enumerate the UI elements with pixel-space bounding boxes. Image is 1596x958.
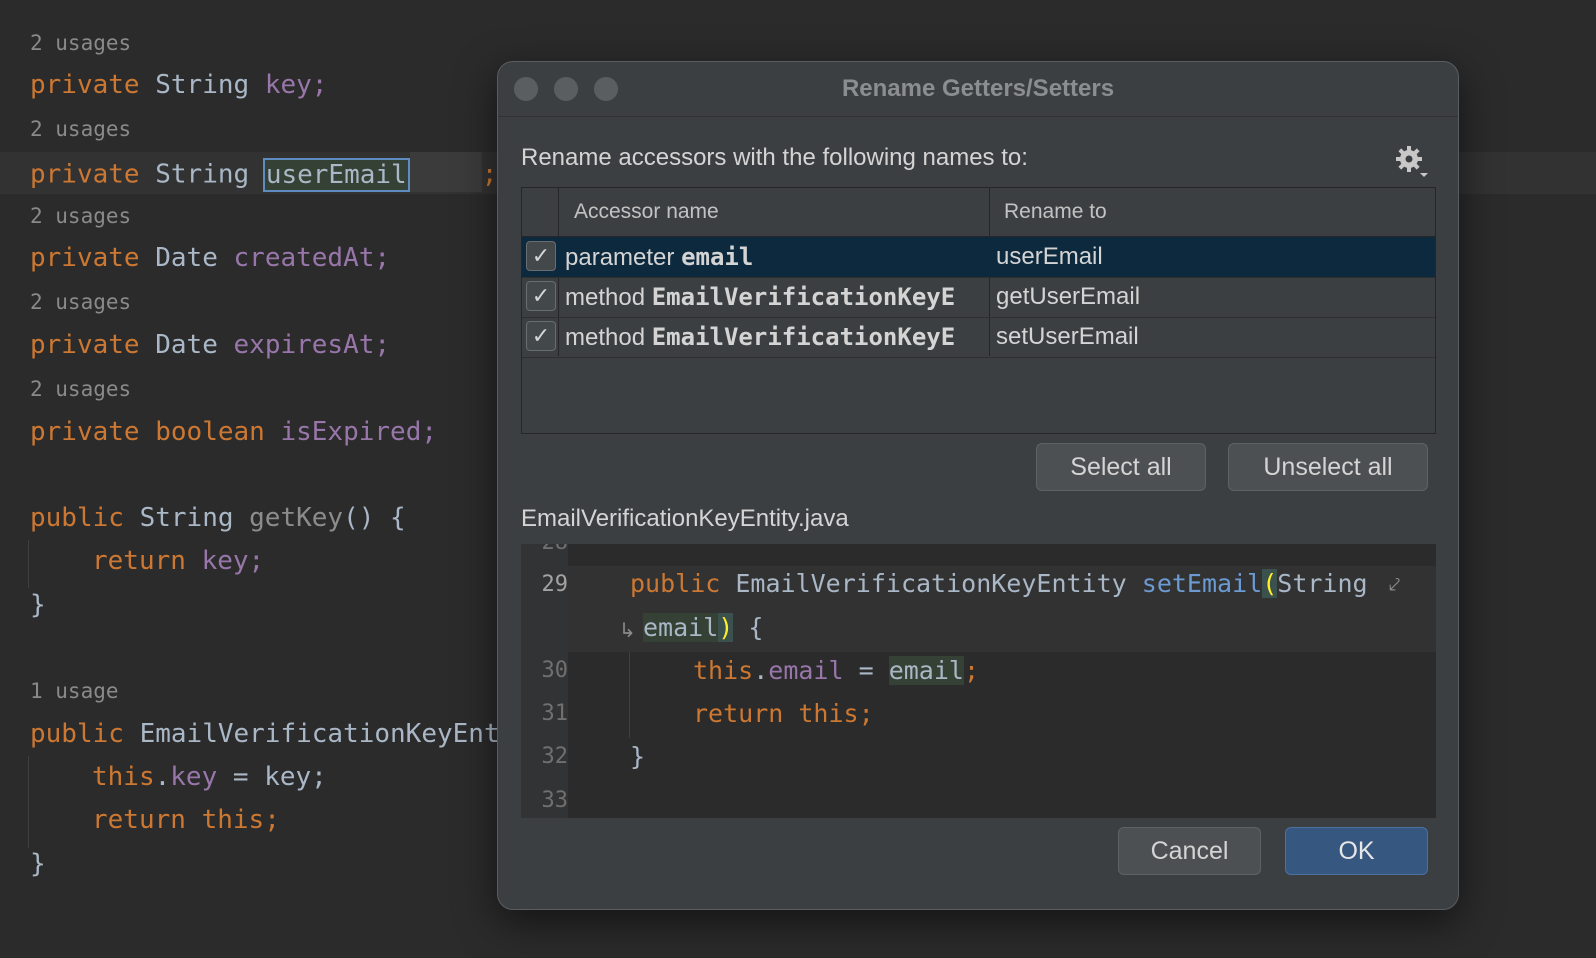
code-line[interactable]: this.key = key;: [92, 760, 327, 794]
code-line[interactable]: public EmailVerificationKeyEntity setEma…: [630, 566, 1368, 602]
line-number: 28: [521, 544, 569, 555]
table-row[interactable]: ✓ method EmailVerificationKeyE setUserEm…: [522, 317, 1435, 358]
rename-to-cell[interactable]: userEmail: [996, 237, 1103, 277]
accessor-name-cell: parameter email: [565, 243, 754, 271]
dialog-subtitle: Rename accessors with the following name…: [521, 144, 1028, 171]
code-line[interactable]: private Date expiresAt;: [30, 328, 390, 362]
accessors-table[interactable]: Accessor name Rename to ✓ parameter emai…: [521, 187, 1436, 434]
code-line[interactable]: private boolean isExpired;: [30, 415, 437, 449]
code-line[interactable]: }: [630, 739, 645, 775]
indent-guide: [629, 652, 630, 738]
select-all-button[interactable]: Select all: [1036, 443, 1206, 491]
line-number: 30: [541, 658, 569, 683]
usage-hint[interactable]: 2 usages: [30, 287, 131, 317]
code-line[interactable]: this.email = email;: [693, 653, 979, 689]
row-checkbox[interactable]: ✓: [526, 281, 556, 311]
usage-hint[interactable]: 2 usages: [30, 374, 131, 404]
dialog-title: Rename Getters/Setters: [841, 75, 1115, 102]
column-header-rename-to[interactable]: Rename to: [1004, 188, 1107, 236]
unselect-all-button[interactable]: Unselect all: [1228, 443, 1428, 491]
dialog-titlebar[interactable]: Rename Getters/Setters: [498, 62, 1458, 117]
soft-wrap-icon: ↳: [619, 620, 636, 642]
accessor-name-cell: method EmailVerificationKeyE: [565, 323, 956, 351]
code-line[interactable]: return this;: [693, 696, 874, 732]
gear-icon[interactable]: [1394, 144, 1430, 180]
ok-button[interactable]: OK: [1285, 827, 1428, 875]
rename-to-cell[interactable]: getUserEmail: [996, 277, 1140, 317]
usage-hint[interactable]: 2 usages: [30, 201, 131, 231]
table-row[interactable]: ✓ parameter email userEmail: [522, 237, 1435, 278]
column-header-accessor-name[interactable]: Accessor name: [574, 188, 719, 236]
row-checkbox[interactable]: ✓: [526, 241, 556, 271]
code-line[interactable]: public EmailVerificationKeyEnt: [30, 717, 500, 751]
line-number: 32: [541, 744, 569, 769]
usage-hint[interactable]: 2 usages: [30, 28, 131, 58]
code-line[interactable]: private Date createdAt;: [30, 241, 390, 275]
code-line[interactable]: public String getKey() {: [30, 501, 406, 535]
rename-options-icon[interactable]: [409, 152, 482, 192]
indent-guide: [28, 540, 29, 588]
line-number: 29: [541, 572, 569, 597]
code-line[interactable]: private String key;: [30, 68, 327, 102]
code-preview[interactable]: 28 29 30 31 32 33 public EmailVerificati…: [521, 544, 1436, 818]
cancel-button[interactable]: Cancel: [1118, 827, 1261, 875]
preview-file-name: EmailVerificationKeyEntity.java: [521, 505, 849, 532]
line-number: 31: [541, 701, 569, 726]
usage-hint[interactable]: 1 usage: [30, 676, 119, 706]
code-line[interactable]: }: [30, 847, 46, 881]
table-row[interactable]: ✓ method EmailVerificationKeyE getUserEm…: [522, 277, 1435, 318]
accessor-name-cell: method EmailVerificationKeyE: [565, 283, 956, 311]
indent-guide: [28, 756, 29, 848]
row-checkbox[interactable]: ✓: [526, 321, 556, 351]
rename-to-cell[interactable]: setUserEmail: [996, 317, 1139, 357]
code-line[interactable]: }: [30, 588, 46, 622]
line-number: 33: [541, 788, 569, 813]
inline-rename-field[interactable]: userEmail: [262, 157, 410, 192]
code-line[interactable]: email) {: [643, 610, 763, 646]
usage-hint[interactable]: 2 usages: [30, 114, 131, 144]
code-line[interactable]: private String userEmail;: [30, 152, 497, 195]
code-line[interactable]: return key;: [92, 544, 264, 578]
code-line[interactable]: return this;: [92, 803, 280, 837]
rename-getters-setters-dialog: Rename Getters/Setters Rename accessors …: [497, 61, 1459, 910]
table-header: Accessor name Rename to: [522, 188, 1435, 237]
soft-wrap-icon: ⤦: [1389, 574, 1401, 596]
